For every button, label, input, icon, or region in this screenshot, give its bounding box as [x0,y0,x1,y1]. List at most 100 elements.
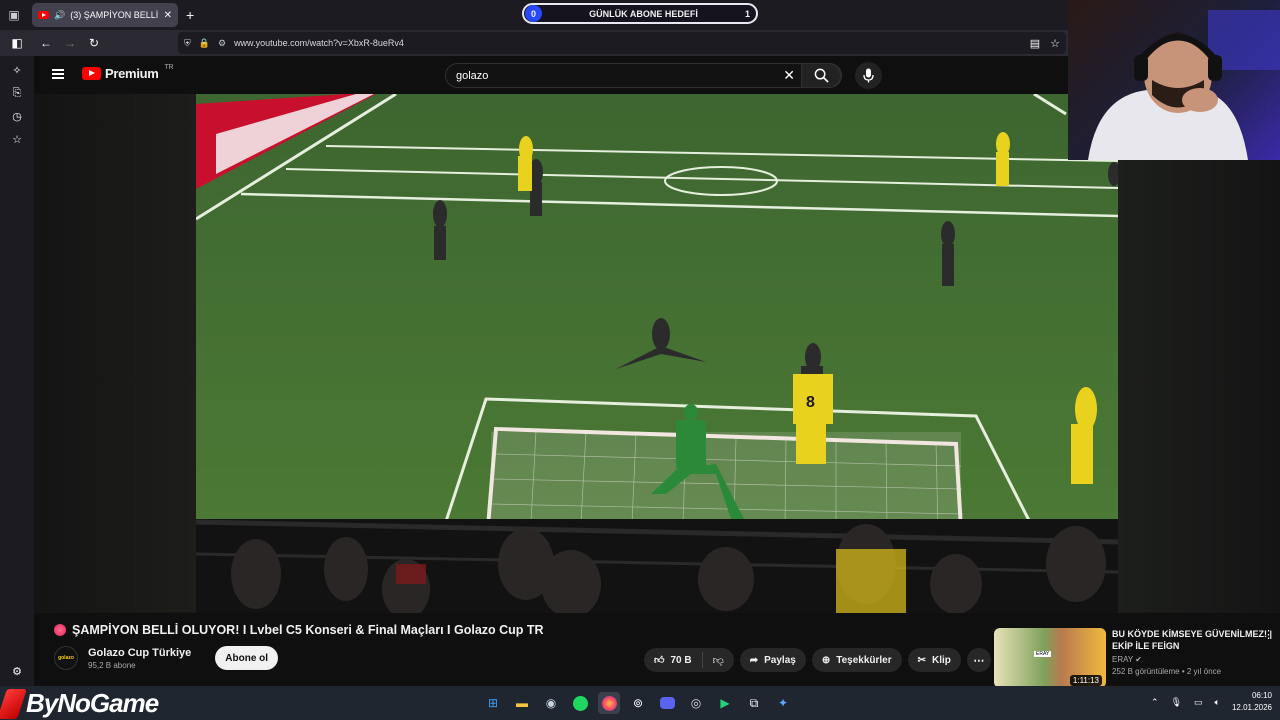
youtube-premium-logo[interactable]: Premium TR [82,64,174,81]
firefox-icon[interactable] [598,692,620,714]
super-thanks-icon: ⊕ [821,654,831,666]
menu-hamburger-icon[interactable] [52,69,64,79]
display-icon[interactable]: ▭ [1194,697,1203,708]
sidebar-toggle-icon[interactable]: ◧ [0,30,34,56]
system-tray: ⌃ 🎙︎ ▭ 🔈︎ 06:10 12.01.2026 [1151,690,1272,714]
new-tab-button[interactable]: + [186,7,194,23]
channel-name[interactable]: Golazo Cup Türkiye [88,647,191,659]
streamer-webcam [1068,0,1280,160]
steam-icon[interactable]: ◉ [540,692,562,714]
channel-avatar[interactable]: golazo [54,646,78,670]
play-app-icon[interactable]: ▶ [714,692,736,714]
bynogame-mark-icon [0,688,27,719]
microphone-icon [863,68,874,83]
speaker-icon[interactable]: 🔊 [54,10,65,21]
logo-text: Premium [105,66,159,81]
recommended-menu-icon[interactable]: ⋮ [1263,628,1274,641]
recommended-channel[interactable]: ERAY ✔ [1112,655,1274,664]
capcut-icon[interactable]: ⧉ [743,692,765,714]
file-explorer-icon[interactable]: ▬ [511,692,533,714]
taskbar-apps: ⊞ ▬ ◉ ⊚ ◎ ▶ ⧉ ✦ [482,692,794,714]
channel-row: golazo Golazo Cup Türkiye 95,2 B abone A… [54,646,279,670]
recommended-thumbnail[interactable]: ERAY 1:11:13 [994,628,1106,688]
microphone-tray-icon[interactable]: 🎙︎ [1171,697,1182,708]
thumbs-up-icon: 👍︎ [654,655,665,666]
recommended-video[interactable]: ERAY 1:11:13 BU KÖYDE KİMSEYE GÜVENİLMEZ… [994,628,1274,688]
forward-button[interactable]: → [58,30,82,56]
thumbs-down-icon: 👎︎ [712,654,724,667]
settings-gear-icon[interactable]: ⚙ [12,665,22,678]
share-button[interactable]: ➦ Paylaş [739,648,806,672]
brand-text: ByNoGame [26,688,159,718]
football-match-scene: 8 [196,94,1118,613]
reload-button[interactable]: ↻ [82,30,106,56]
ambient-right [1118,94,1280,613]
video-player[interactable]: 8 [34,94,1280,613]
more-actions-icon[interactable]: ⋯ [966,648,991,672]
dislike-button[interactable]: 👎︎ [703,654,734,667]
history-icon[interactable]: ◷ [12,110,22,123]
browser-nav-bar: ◧ ← → ↻ ⛨ 🔒 ⚙ www.youtube.com/watch?v=Xb… [0,30,1068,56]
lock-icon[interactable]: 🔒 [199,38,210,49]
discord-icon[interactable] [656,692,678,714]
share-icon: ➦ [749,654,759,666]
jersey-number: 8 [806,394,815,411]
logo-region: TR [164,64,174,71]
thanks-button[interactable]: ⊕ Teşekkürler [811,648,902,672]
subscribe-button[interactable]: Abone ol [215,646,279,670]
windows-taskbar: ByNoGame ⊞ ▬ ◉ ⊚ ◎ ▶ ⧉ ✦ ⌃ 🎙︎ ▭ 🔈︎ 06:10… [0,686,1280,720]
browser-sidebar: ✧ ⎘ ◷ ☆ ⚙ [0,56,34,686]
like-dislike-group: 👍︎ 70 B 👎︎ [644,648,734,672]
tracking-shield-icon[interactable]: ⛨ [184,38,191,49]
spotify-icon[interactable] [569,692,591,714]
search-value[interactable]: golazo [456,70,488,82]
permissions-icon[interactable]: ⚙ [218,38,226,49]
video-duration: 1:11:13 [1069,675,1102,686]
clear-search-icon[interactable]: ✕ [783,67,795,84]
tab-overview-icon[interactable]: ▣ [0,0,28,30]
clock-time: 06:10 [1251,691,1272,700]
tray-expand-icon[interactable]: ⌃ [1151,697,1159,708]
ambient-left [34,94,196,613]
tab-close-icon[interactable]: ✕ [164,10,172,21]
thanks-label: Teşekkürler [836,654,892,666]
like-button[interactable]: 👍︎ 70 B [644,652,703,668]
synced-tabs-icon[interactable]: ⎘ [13,87,22,100]
bookmarks-icon[interactable]: ☆ [12,133,22,146]
system-clock[interactable]: 06:10 12.01.2026 [1232,690,1272,714]
webcam-person [1088,10,1280,160]
volume-icon[interactable]: 🔈︎ [1215,697,1220,708]
search-icon [814,68,829,83]
youtube-favicon-icon [38,11,49,19]
network-app-icon[interactable]: ✦ [772,692,794,714]
bookmark-star-icon[interactable]: ☆ [1050,37,1060,50]
subscriber-goal-overlay: 0 GÜNLÜK ABONE HEDEFİ 1 [522,3,758,24]
chrome-icon[interactable]: ◎ [685,692,707,714]
recommended-meta: 252 B görüntüleme • 2 yıl önce [1112,667,1222,676]
verified-icon: ✔ [1135,655,1142,664]
clock-date: 12.01.2026 [1231,703,1272,712]
video-frame[interactable]: 8 [196,94,1118,613]
search-button[interactable] [801,63,841,88]
thumbnail-tag: ERAY [1034,651,1052,657]
browser-tab[interactable]: 🔊 (3) ŞAMPİYON BELLİ OLUYOR ✕ [32,3,178,27]
goal-label: GÜNLÜK ABONE HEDEFİ [589,8,698,19]
video-actions: 👍︎ 70 B 👎︎ ➦ Paylaş ⊕ Teşekkürler ✂ Klip ⋯ [644,648,991,672]
recommended-title[interactable]: BU KÖYDE KİMSEYE GÜVENİLMEZ! | EKİP İLE … [1112,628,1274,652]
clip-label: Klip [932,654,951,666]
reader-view-icon[interactable]: ▤ [1030,37,1040,50]
search-input[interactable]: golazo ✕ [445,63,842,88]
video-info: ŞAMPİYON BELLİ OLUYOR! I Lvbel C5 Konser… [34,613,1280,688]
address-bar[interactable]: ⛨ 🔒 ⚙ www.youtube.com/watch?v=XbxR-8ueRv… [178,32,1066,54]
ai-sparkle-icon[interactable]: ✧ [12,64,21,77]
share-label: Paylaş [764,654,796,666]
back-button[interactable]: ← [34,30,58,56]
voice-search-button[interactable] [855,62,882,89]
bynogame-logo: ByNoGame [0,688,159,719]
windows-start-icon[interactable]: ⊞ [482,692,504,714]
obs-icon[interactable]: ⊚ [627,692,649,714]
clip-button[interactable]: ✂ Klip [907,648,961,672]
url-text[interactable]: www.youtube.com/watch?v=XbxR-8ueRv4 [234,38,404,48]
live-indicator-icon [54,624,66,636]
goal-end-value: 1 [744,8,750,19]
